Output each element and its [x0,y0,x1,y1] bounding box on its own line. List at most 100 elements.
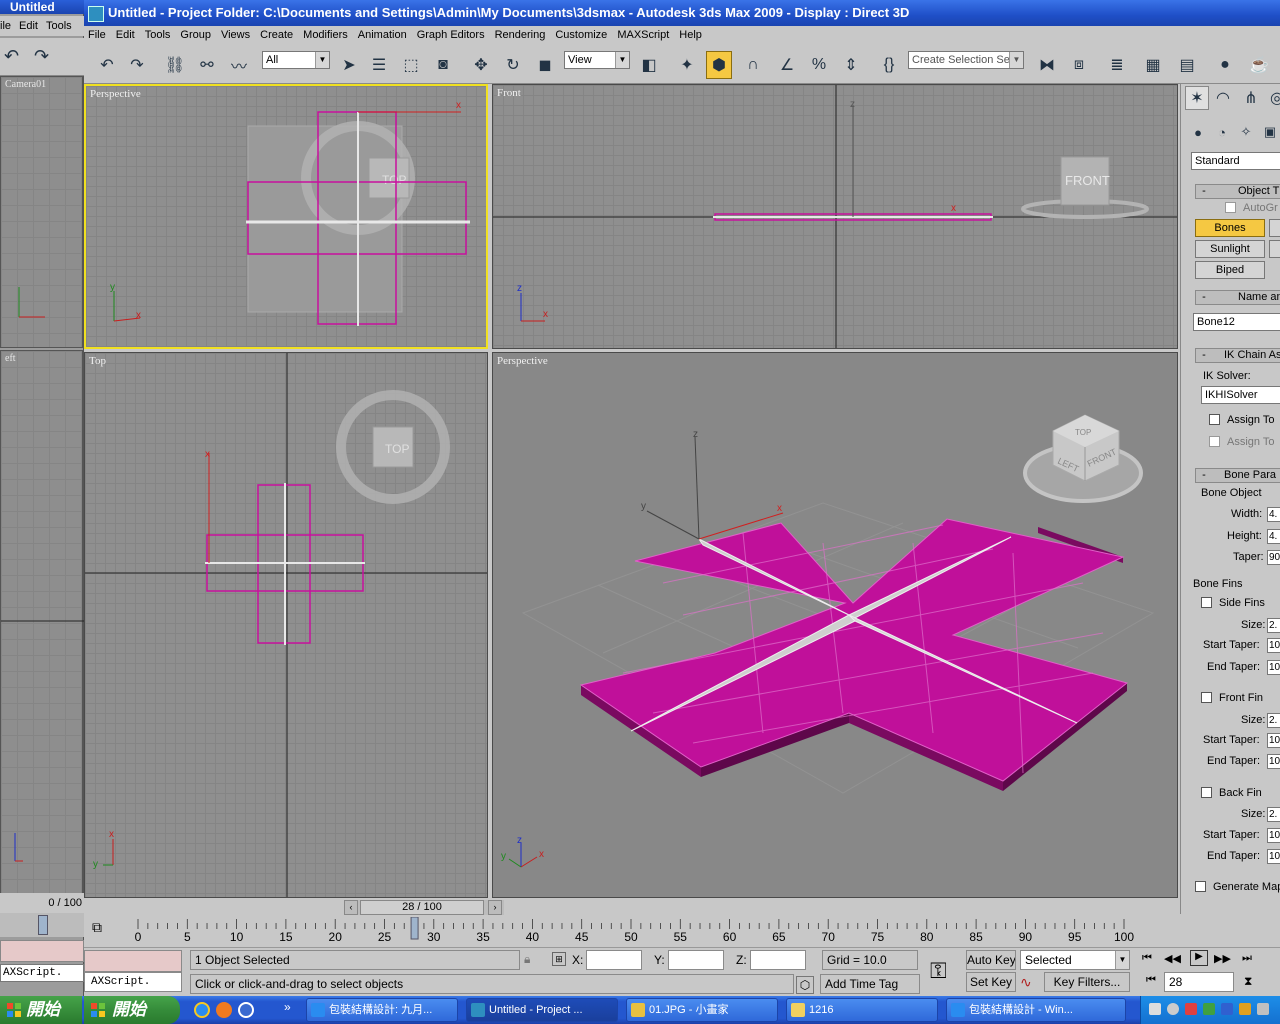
bones-button[interactable]: Bones [1195,219,1265,237]
assign-to-root-checkbox[interactable] [1209,436,1220,447]
back-fin-size-spinner[interactable]: 2. [1267,807,1280,822]
select-object-icon[interactable]: ➤ [336,51,362,79]
maxscript-input[interactable]: AXScript. [84,972,182,992]
background-maxscript-listener[interactable] [0,940,84,962]
y-coordinate-input[interactable] [668,950,724,970]
side-fins-start-taper-spinner[interactable]: 10 [1267,638,1280,653]
chevron-right-icon[interactable]: › [488,900,502,915]
maxscript-listener[interactable] [84,950,182,972]
redo-icon[interactable]: ↷ [34,46,49,67]
menu-modifiers[interactable]: Modifiers [299,26,354,44]
background-viewport-camera[interactable]: Camera01 [0,76,83,348]
absolute-mode-icon[interactable]: ⊞ [552,952,566,966]
edit-named-selection-icon[interactable]: {} [876,51,902,79]
internet-explorer-icon[interactable] [194,1002,210,1018]
viewport-top[interactable]: Top TOP x x y [84,352,488,898]
back-fin-checkbox[interactable] [1201,787,1212,798]
side-fins-size-spinner[interactable]: 2. [1267,618,1280,633]
viewport-front[interactable]: Front FRONT z x z x [492,84,1178,349]
add-time-tag-button[interactable]: Add Time Tag [820,974,920,994]
quick-launch-icon[interactable] [238,1002,254,1018]
schematic-view-icon[interactable]: ▤ [1174,51,1200,79]
redo-icon[interactable]: ↷ [124,51,150,79]
play-icon[interactable]: ▶ [1190,950,1208,966]
time-slider[interactable]: ‹ 28 / 100 › [344,900,504,915]
hierarchy-tab-icon[interactable]: ⋔ [1239,86,1263,110]
timeline-ruler[interactable]: 0 5 10 15 20 25 30 35 40 45 50 55 60 65 70 75 80 85 90 95 10… [84,917,1180,947]
timeline[interactable]: ⧉ 0 5 10 15 20 25 30 35 40 45 50 55 60 65 70 75 80 85 90 95… [84,917,1180,947]
menu-edit[interactable]: Edit [112,26,141,44]
keyboard-shortcut-override-icon[interactable]: ⬢ [706,51,732,79]
tray-volume-icon[interactable] [1167,1003,1179,1015]
background-window-title[interactable]: Untitled [0,0,84,14]
key-filters-button[interactable]: Key Filters... [1044,972,1130,992]
menu-help[interactable]: Help [675,26,708,44]
mirror-icon[interactable]: ⧓ [1034,51,1060,79]
title-bar[interactable]: Untitled - Project Folder: C:\Documents … [84,0,1280,26]
go-to-end-icon[interactable]: ⏭ [1242,952,1252,965]
tray-app-icon[interactable] [1221,1003,1233,1015]
sunlight-button[interactable]: Sunlight [1195,240,1265,258]
key-mode-dropdown[interactable]: Selected ▼ [1020,950,1130,970]
generate-mapping-checkbox[interactable] [1195,881,1206,892]
go-to-start-icon[interactable]: ⏮ [1142,952,1152,965]
menu-rendering[interactable]: Rendering [491,26,552,44]
move-icon[interactable]: ✥ [468,51,494,79]
tray-update-icon[interactable] [1239,1003,1251,1015]
menu-group[interactable]: Group [176,26,217,44]
taskbar-item-paint[interactable]: 01.JPG - 小畫家 [626,998,778,1022]
material-editor-icon[interactable]: ● [1212,51,1238,79]
snap-toggle-icon[interactable]: ∩ [740,51,766,79]
autogrid-checkbox[interactable] [1225,202,1236,213]
time-tag-icon[interactable]: ⬡ [796,976,814,994]
start-button-secondary[interactable]: 開始 [0,996,82,1024]
chevron-left-icon[interactable]: ‹ [344,900,358,915]
assign-to-children-checkbox[interactable] [1209,414,1220,425]
side-fins-end-taper-spinner[interactable]: 10 [1267,660,1280,675]
menu-views[interactable]: Views [217,26,256,44]
front-fin-start-taper-spinner[interactable]: 10 [1267,733,1280,748]
viewport-perspective-top[interactable]: Perspective TOP x y x [84,84,488,349]
front-fin-size-spinner[interactable]: 2. [1267,713,1280,728]
front-fin-end-taper-spinner[interactable]: 10 [1267,754,1280,769]
rotate-icon[interactable]: ↻ [500,51,526,79]
side-fins-checkbox[interactable] [1201,597,1212,608]
object-name-input[interactable]: Bone12 [1193,313,1280,331]
width-spinner[interactable]: 4. [1267,507,1280,522]
start-button[interactable]: 開始 [84,996,180,1024]
next-frame-icon[interactable]: ▶▶ [1214,952,1231,965]
ik-solver-dropdown[interactable]: IKHISolver [1201,386,1280,404]
time-slider-frame-counter[interactable]: 28 / 100 [360,900,484,915]
lights-icon[interactable]: ✧ [1235,122,1257,142]
select-by-name-icon[interactable]: ☰ [366,51,392,79]
previous-frame-icon[interactable]: ◀◀ [1164,952,1181,965]
current-frame-input[interactable]: 28 [1164,972,1234,992]
bg-menu-edit[interactable]: Edit [19,20,38,32]
modify-tab-icon[interactable]: ◠ [1211,86,1235,110]
render-setup-icon[interactable]: ☕ [1246,51,1272,79]
height-spinner[interactable]: 4. [1267,529,1280,544]
reference-coordinate-dropdown[interactable]: View ▼ [564,51,630,69]
object-type-button-2[interactable] [1269,219,1280,237]
lock-icon[interactable]: 🔒︎ [524,952,530,967]
auto-key-button[interactable]: Auto Key [966,950,1016,970]
chevron-right-icon[interactable]: » [284,1000,291,1014]
selection-filter-dropdown[interactable]: All ▼ [262,51,330,69]
tray-keyboard-icon[interactable] [1149,1003,1161,1015]
undo-icon[interactable]: ↶ [94,51,120,79]
taskbar-item-ie[interactable]: 包裝結構設計: 九月... [306,998,458,1022]
z-coordinate-input[interactable] [750,950,806,970]
bg-menu-file[interactable]: ile [0,20,11,32]
rollout-ik-chain[interactable]: - IK Chain As [1195,348,1280,363]
taskbar-item-window[interactable]: 包裝結構設計 - Win... [946,998,1126,1022]
rollout-bone-parameters[interactable]: - Bone Para [1195,468,1280,483]
align-icon[interactable]: ⧈ [1066,51,1092,79]
menu-maxscript[interactable]: MAXScript [613,26,675,44]
background-maxscript-input[interactable]: AXScript. [0,964,84,982]
taper-spinner[interactable]: 90 [1267,550,1280,565]
pivot-center-icon[interactable]: ◧ [636,51,662,79]
menu-graph-editors[interactable]: Graph Editors [413,26,491,44]
key-mode-toggle-icon[interactable]: ⏮ [1146,974,1156,987]
menu-file[interactable]: File [84,26,112,44]
front-fin-checkbox[interactable] [1201,692,1212,703]
